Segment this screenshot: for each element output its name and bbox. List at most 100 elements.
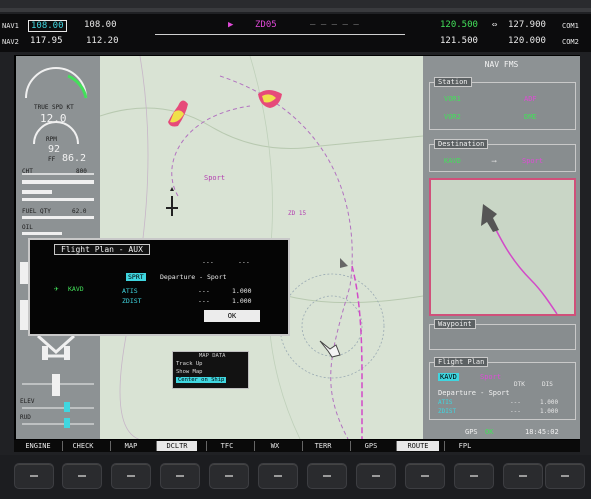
cht-value: 800 — [76, 168, 87, 175]
waypoint-label[interactable]: Sport — [204, 174, 225, 182]
rpm-label: RPM — [46, 136, 57, 143]
destination-to[interactable]: Sport — [522, 157, 543, 165]
dialog-route-row: Departure - Sport — [160, 273, 227, 281]
airspeed-value: 12.0 — [40, 112, 67, 125]
bezel-button-12[interactable] — [545, 463, 585, 489]
softkey-3[interactable]: MAP — [110, 441, 151, 451]
bezel-button-3[interactable] — [111, 463, 151, 489]
rudder-trim-label: RUD — [20, 414, 31, 421]
softkey-7[interactable]: TERR — [302, 441, 343, 451]
swap-arrow-icon[interactable]: ⇔ — [492, 20, 497, 30]
nav1-standby-frequency[interactable]: 108.00 — [84, 20, 117, 30]
fp-row2-right: 1.000 — [540, 399, 559, 406]
active-waypoint: ZD05 — [255, 20, 277, 30]
destination-section: Destination KAVD ⟶ Sport — [429, 139, 576, 172]
softkey-4[interactable]: DCLTR — [156, 441, 197, 451]
airway-label: ZD 15 — [288, 210, 307, 217]
bezel-button-row — [0, 455, 591, 499]
map-menu-item-1[interactable]: Track Up — [176, 361, 203, 367]
airspeed-label: TRUE SPD KT — [34, 104, 74, 111]
nav2-standby-frequency[interactable]: 112.20 — [86, 36, 119, 46]
dialog-row2b-right: 1.000 — [232, 297, 252, 305]
flight-plan-dialog[interactable]: Flight Plan - AUX --- --- SPRT Departure… — [28, 238, 290, 336]
fp-row3-right: 1.000 — [540, 408, 559, 415]
bezel-button-1[interactable] — [14, 463, 54, 489]
dialog-col-2: --- — [238, 258, 250, 266]
dialog-origin: KAVD — [68, 285, 84, 293]
nav1-label: NAV1 — [2, 22, 19, 30]
waypoint-inset-map[interactable] — [429, 178, 576, 316]
nav-right-1[interactable]: ADF — [524, 95, 537, 103]
status-value: OK — [485, 428, 494, 436]
destination-from[interactable]: KAVD — [444, 157, 461, 165]
softkey-9[interactable]: ROUTE — [396, 441, 439, 451]
dialog-ok-button[interactable]: OK — [204, 310, 260, 322]
elevator-trim-label: ELEV — [20, 398, 35, 405]
route-arrow-icon: ⟶ — [492, 157, 497, 165]
bezel-button-6[interactable] — [258, 463, 298, 489]
softkey-8[interactable]: GPS — [350, 441, 391, 451]
com2-standby-frequency[interactable]: 120.000 — [508, 36, 546, 46]
fp-row3-left: ZDIST — [438, 408, 457, 415]
fp-row2-mid: --- — [510, 399, 521, 406]
dialog-row2b-left: ZDIST — [122, 297, 142, 305]
map-menu-item-2[interactable]: Show Map — [176, 369, 203, 375]
softkey-10[interactable]: FPL — [444, 441, 485, 451]
flight-plan-section-header: Flight Plan — [434, 357, 489, 367]
softkey-1[interactable]: ENGINE — [18, 441, 58, 451]
softkey-5[interactable]: TFC — [206, 441, 247, 451]
fp-col-1: DTK — [514, 381, 525, 388]
nav2-label: NAV2 — [2, 38, 19, 46]
com2-active-frequency[interactable]: 121.500 — [440, 36, 478, 46]
waypoint-section: Waypoint — [429, 319, 576, 350]
ff-label: FF — [48, 156, 56, 163]
softkey-label-row: ENGINE CHECK MAP DCLTR TFC WX TERR GPS R… — [14, 440, 580, 452]
flight-plan-section: Flight Plan KAVD Sport DTK DIS Departure… — [429, 357, 576, 420]
nav-fms-panel: NAV FMS Station VOR1 VOR2 ADF DME Destin… — [423, 56, 580, 439]
nav-left-2[interactable]: VOR2 — [444, 113, 461, 121]
com1-standby-frequency[interactable]: 127.900 — [508, 20, 546, 30]
bezel-button-10[interactable] — [454, 463, 494, 489]
bezel-button-11[interactable] — [503, 463, 543, 489]
bezel-button-9[interactable] — [405, 463, 445, 489]
map-menu-title: MAP DATA — [199, 353, 226, 359]
dtk-arrow-icon: ▶ — [228, 20, 234, 30]
fms-title: NAV FMS — [484, 60, 519, 69]
map-menu-item-3[interactable]: Center on Ship — [176, 377, 227, 383]
bezel-button-4[interactable] — [160, 463, 200, 489]
station-section: Station VOR1 VOR2 ADF DME — [429, 77, 576, 130]
fp-highlight[interactable]: KAVD — [438, 373, 459, 381]
map-options-menu[interactable]: MAP DATA Track Up Show Map Center on Shi… — [172, 351, 249, 389]
top-bezel-stripe — [0, 8, 591, 12]
clock: 18:45:02 — [525, 428, 559, 436]
softkey-6[interactable]: WX — [254, 441, 295, 451]
inset-aircraft-icon — [481, 204, 499, 232]
oil-label: OIL — [22, 224, 33, 231]
dialog-highlight[interactable]: SPRT — [126, 273, 146, 281]
cht-label: CHT — [22, 168, 33, 175]
rpm-value: 92 — [48, 144, 61, 155]
inset-map-graphics — [481, 204, 558, 315]
nav1-active-frequency[interactable]: 108.00 — [28, 20, 67, 32]
dialog-row2a-mid: --- — [198, 287, 210, 295]
fp-to[interactable]: Sport — [480, 373, 501, 381]
status-label: GPS — [465, 428, 478, 436]
destination-section-header: Destination — [434, 139, 489, 149]
course-line-divider — [155, 34, 405, 35]
bezel-button-5[interactable] — [209, 463, 249, 489]
bezel-button-8[interactable] — [356, 463, 396, 489]
dialog-title: Flight Plan - AUX — [54, 244, 150, 255]
nav-left-1[interactable]: VOR1 — [444, 95, 461, 103]
bezel-button-2[interactable] — [62, 463, 102, 489]
dialog-row2b-mid: --- — [198, 297, 210, 305]
softkey-2[interactable]: CHECK — [62, 441, 103, 451]
top-status-bar: NAV1 108.00 108.00 NAV2 117.95 112.20 ▶ … — [0, 14, 591, 52]
waypoint-section-header: Waypoint — [434, 319, 476, 329]
nav2-active-frequency[interactable]: 117.95 — [30, 36, 63, 46]
bezel-button-7[interactable] — [307, 463, 347, 489]
dialog-col-1: --- — [202, 258, 214, 266]
nav-right-2[interactable]: DME — [524, 113, 537, 121]
com1-active-frequency[interactable]: 120.500 — [440, 20, 478, 30]
com1-label: COM1 — [562, 22, 579, 30]
fp-row3-mid: --- — [510, 408, 521, 415]
